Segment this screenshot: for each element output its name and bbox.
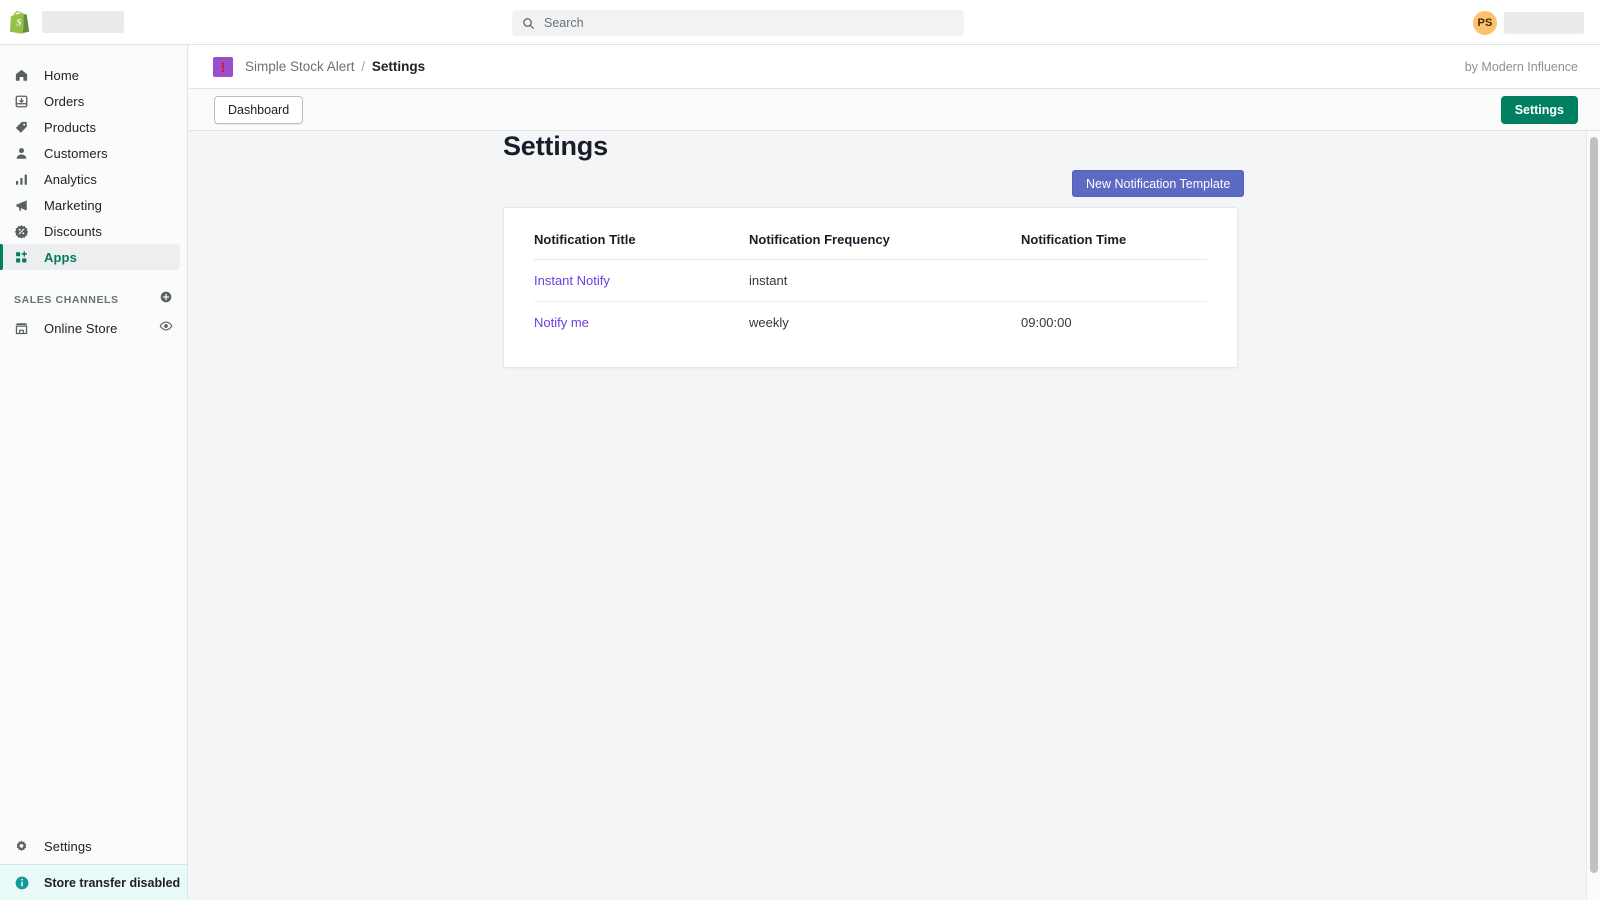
top-bar: S PS bbox=[0, 0, 1600, 45]
settings-button[interactable]: Settings bbox=[1500, 95, 1578, 124]
exclamation-glyph: ! bbox=[220, 58, 226, 75]
breadcrumb-app-name[interactable]: Simple Stock Alert bbox=[245, 59, 355, 74]
shopify-bag-icon: S bbox=[10, 11, 30, 34]
breadcrumb: Simple Stock Alert / Settings bbox=[245, 59, 425, 74]
sidebar-item-settings[interactable]: Settings bbox=[0, 828, 188, 864]
breadcrumb-separator: / bbox=[361, 59, 366, 74]
notification-templates-card: Notification Title Notification Frequenc… bbox=[503, 207, 1238, 368]
app-author: by Modern Influence bbox=[1464, 59, 1578, 74]
eye-icon[interactable] bbox=[159, 319, 173, 338]
table-row: Notify me weekly 09:00:00 bbox=[534, 302, 1207, 344]
column-header-notification-frequency: Notification Frequency bbox=[749, 226, 1021, 260]
table-row: Instant Notify instant bbox=[534, 259, 1207, 302]
cell-notification-title: Instant Notify bbox=[534, 259, 749, 302]
sidebar-bottom: Settings Store transfer disabled bbox=[0, 828, 188, 900]
bar-chart-icon bbox=[14, 172, 34, 187]
sidebar: Home Orders Products Customers Analytics… bbox=[0, 45, 188, 900]
sidebar-item-label: Orders bbox=[44, 93, 85, 109]
cell-notification-title: Notify me bbox=[534, 302, 749, 344]
column-header-notification-title: Notification Title bbox=[534, 226, 749, 260]
page-title: Settings bbox=[503, 131, 608, 161]
sales-channels-title: SALES CHANNELS bbox=[14, 293, 119, 306]
table-head: Notification Title Notification Frequenc… bbox=[534, 226, 1207, 260]
app-header: ! Simple Stock Alert / Settings by Moder… bbox=[189, 45, 1600, 89]
notification-title-link[interactable]: Notify me bbox=[534, 315, 589, 330]
main-content: Settings New Notification Template Notif… bbox=[189, 131, 1600, 900]
megaphone-icon bbox=[14, 198, 34, 213]
sidebar-item-label: Apps bbox=[44, 249, 77, 265]
notification-title-link[interactable]: Instant Notify bbox=[534, 273, 610, 288]
dashboard-button[interactable]: Dashboard bbox=[214, 95, 304, 124]
home-icon bbox=[14, 68, 34, 83]
table-body: Instant Notify instant Notify me weekly … bbox=[534, 259, 1207, 344]
sidebar-item-customers[interactable]: Customers bbox=[0, 140, 180, 166]
sidebar-item-label: Home bbox=[44, 67, 80, 83]
sidebar-item-discounts[interactable]: Discounts bbox=[0, 218, 180, 244]
product-tag-icon bbox=[14, 120, 34, 135]
sidebar-item-label: Online Store bbox=[44, 320, 118, 336]
breadcrumb-current-page: Settings bbox=[371, 59, 426, 74]
search-bar[interactable] bbox=[512, 10, 964, 36]
cell-notification-frequency: weekly bbox=[749, 315, 789, 330]
sidebar-item-home[interactable]: Home bbox=[0, 62, 180, 88]
avatar[interactable]: PS bbox=[1473, 11, 1497, 35]
cell-notification-time: 09:00:00 bbox=[1021, 315, 1072, 330]
column-header-notification-time: Notification Time bbox=[1021, 226, 1207, 260]
store-transfer-label: Store transfer disabled bbox=[44, 875, 181, 890]
svg-text:S: S bbox=[16, 18, 21, 28]
sidebar-nav: Home Orders Products Customers Analytics… bbox=[0, 45, 187, 341]
sidebar-item-orders[interactable]: Orders bbox=[0, 88, 180, 114]
cell-notification-frequency: instant bbox=[749, 259, 1021, 302]
sidebar-item-label: Marketing bbox=[44, 197, 102, 213]
sidebar-item-label: Products bbox=[44, 119, 97, 135]
sales-channels-header: SALES CHANNELS bbox=[0, 281, 187, 315]
discount-badge-icon bbox=[14, 224, 34, 239]
apps-grid-plus-icon bbox=[14, 250, 34, 265]
sidebar-item-apps[interactable]: Apps bbox=[0, 244, 180, 270]
store-name-placeholder[interactable] bbox=[42, 11, 124, 33]
storefront-icon bbox=[14, 321, 34, 336]
gear-icon bbox=[14, 839, 34, 854]
sidebar-item-label: Customers bbox=[44, 145, 108, 161]
plus-circle-icon[interactable] bbox=[159, 290, 173, 309]
shopify-logo[interactable]: S bbox=[0, 10, 42, 34]
new-notification-template-button[interactable]: New Notification Template bbox=[1072, 170, 1245, 197]
sidebar-item-online-store[interactable]: Online Store bbox=[0, 315, 187, 341]
sidebar-item-label: Settings bbox=[44, 838, 92, 854]
sidebar-item-products[interactable]: Products bbox=[0, 114, 180, 140]
person-icon bbox=[14, 146, 34, 161]
store-transfer-notice[interactable]: Store transfer disabled bbox=[0, 864, 188, 900]
info-circle-icon bbox=[14, 875, 34, 891]
sidebar-item-label: Discounts bbox=[44, 223, 102, 239]
alert-exclamation-app-icon: ! bbox=[213, 56, 233, 77]
app-toolbar: Dashboard Settings bbox=[189, 89, 1600, 131]
user-name-placeholder[interactable] bbox=[1504, 12, 1584, 34]
content-scrollbar-thumb[interactable] bbox=[1590, 137, 1598, 873]
sidebar-item-analytics[interactable]: Analytics bbox=[0, 166, 180, 192]
content-scrollbar[interactable] bbox=[1586, 131, 1600, 900]
search-icon bbox=[523, 17, 534, 29]
table-header-row: Notification Title Notification Frequenc… bbox=[534, 226, 1207, 260]
orders-inbox-icon bbox=[14, 94, 34, 109]
sidebar-item-marketing[interactable]: Marketing bbox=[0, 192, 180, 218]
notification-templates-table: Notification Title Notification Frequenc… bbox=[534, 226, 1207, 343]
cell-notification-time bbox=[1021, 259, 1207, 302]
sidebar-item-label: Analytics bbox=[44, 171, 97, 187]
search-input[interactable] bbox=[544, 16, 924, 30]
